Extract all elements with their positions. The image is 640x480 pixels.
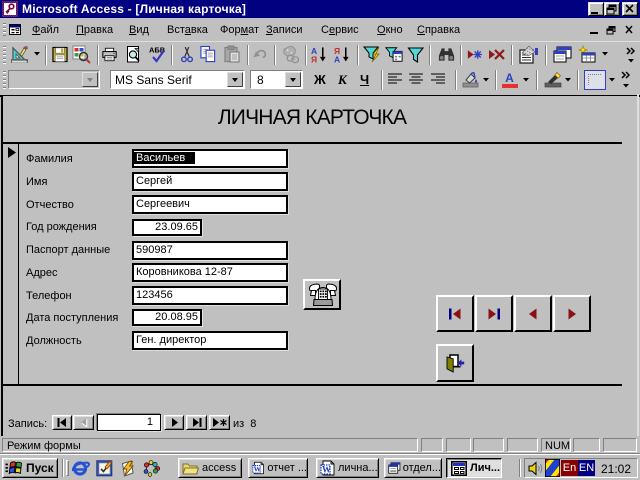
svg-text:W: W	[254, 465, 262, 474]
svg-text:А: А	[334, 55, 340, 65]
svg-text:Я: Я	[311, 55, 317, 65]
svg-text:W: W	[322, 465, 331, 475]
